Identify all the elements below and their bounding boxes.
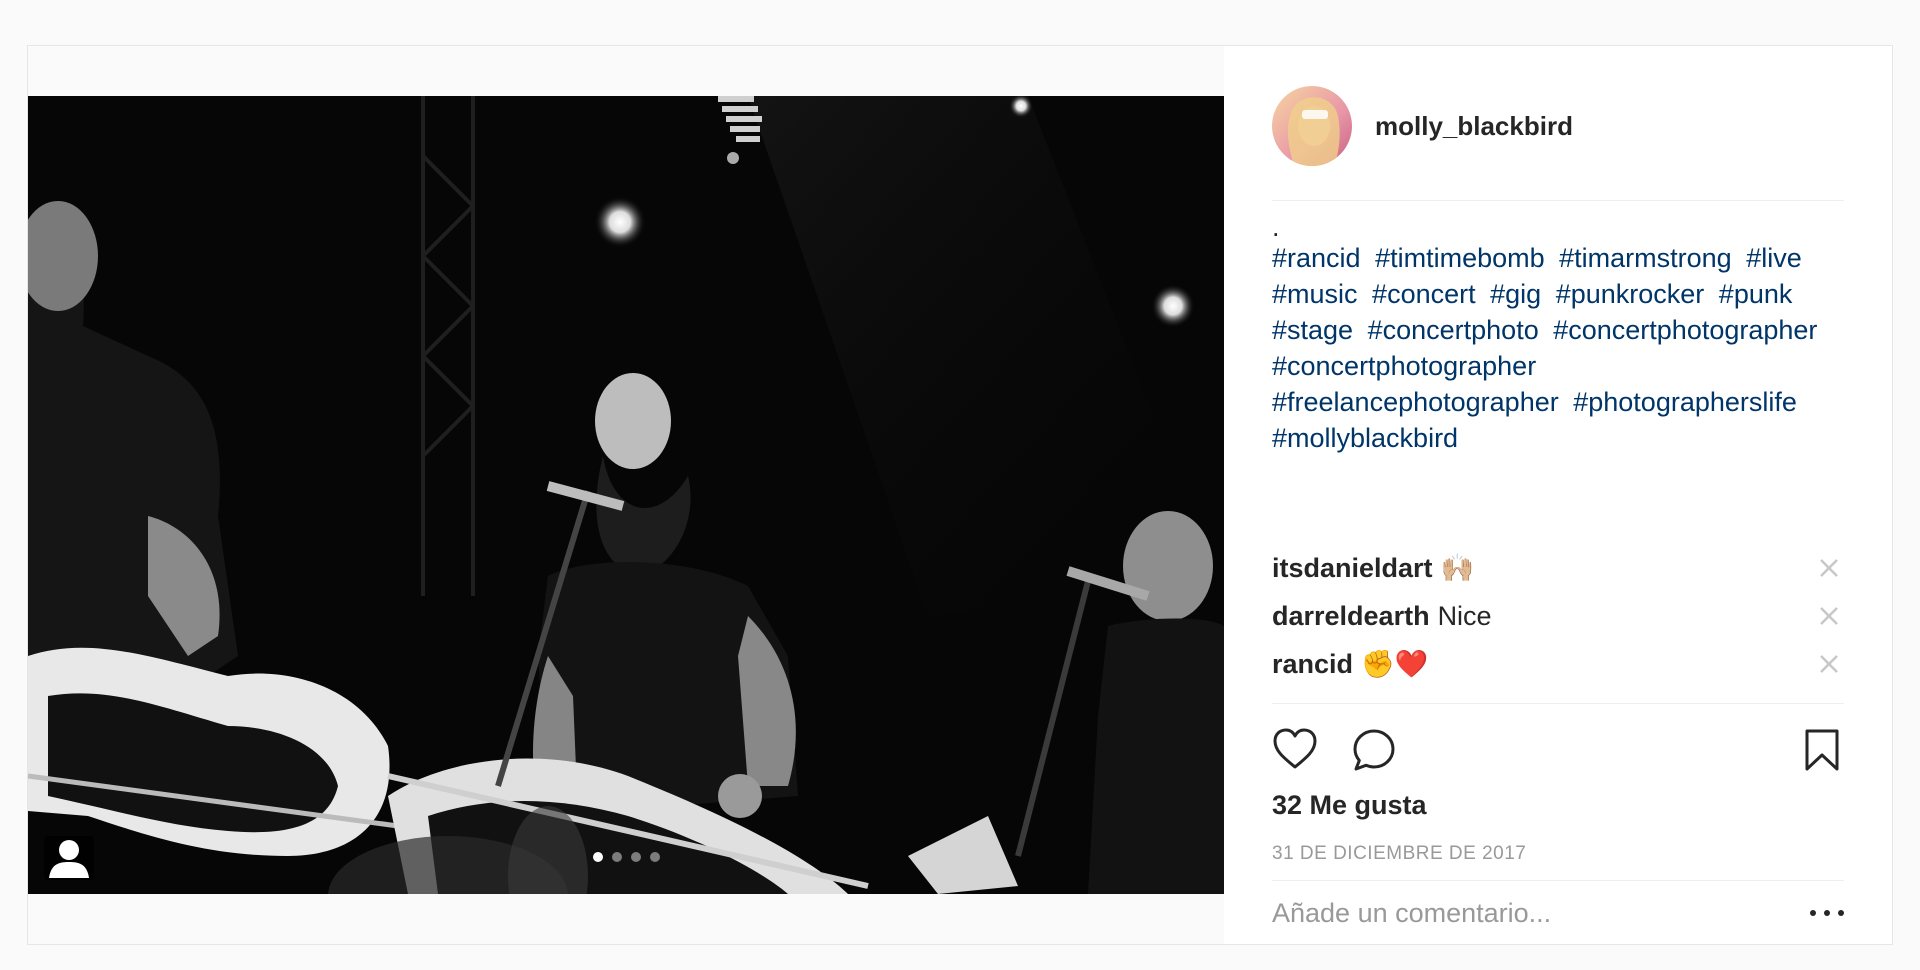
bookmark-icon xyxy=(1805,729,1839,771)
avatar-image xyxy=(1272,86,1352,166)
more-options-icon xyxy=(1838,910,1844,916)
hashtag-link[interactable]: #music xyxy=(1272,279,1358,309)
hashtag-link[interactable]: #punk xyxy=(1719,279,1793,309)
comment-text: ✊❤️ xyxy=(1361,649,1429,679)
post-sidebar: molly_blackbird . #rancid #timtimebomb #… xyxy=(1224,46,1892,944)
hashtag-link[interactable]: #timtimebomb xyxy=(1375,243,1545,273)
comment-author[interactable]: rancid xyxy=(1272,649,1353,680)
comment-author[interactable]: itsdanieldart xyxy=(1272,553,1433,584)
hashtag-link[interactable]: #concertphotographer xyxy=(1553,315,1817,345)
comment-text: Nice xyxy=(1437,600,1492,631)
carousel-dot[interactable] xyxy=(630,852,641,862)
more-options-icon xyxy=(1810,910,1816,916)
post-author-username[interactable]: molly_blackbird xyxy=(1375,111,1573,142)
comment-item: itsdanieldart 🙌🏼 xyxy=(1272,544,1844,592)
hashtag-link[interactable]: #concertphotographer xyxy=(1272,351,1536,381)
post-header: molly_blackbird xyxy=(1272,82,1844,201)
post-photo[interactable] xyxy=(28,96,1224,894)
close-icon xyxy=(1820,607,1838,625)
comment-input[interactable] xyxy=(1272,897,1810,929)
hashtag-link[interactable]: #punkrocker xyxy=(1556,279,1705,309)
like-button[interactable] xyxy=(1272,728,1318,775)
hashtag-link[interactable]: #timarmstrong xyxy=(1559,243,1732,273)
close-icon xyxy=(1820,559,1838,577)
hashtag-link[interactable]: #rancid xyxy=(1272,243,1361,273)
comment-text: 🙌🏼 xyxy=(1440,553,1475,583)
heart-icon xyxy=(1273,728,1317,769)
comment-button[interactable] xyxy=(1352,728,1396,777)
post-caption: . #rancid #timtimebomb #timarmstrong #li… xyxy=(1272,214,1844,456)
comment-bubble-icon xyxy=(1353,729,1395,771)
comment-author[interactable]: darreldearth xyxy=(1272,601,1430,632)
carousel-dot[interactable] xyxy=(592,852,603,862)
carousel-indicator xyxy=(28,852,1224,862)
caption-hashtags: #rancid #timtimebomb #timarmstrong #live… xyxy=(1272,240,1844,456)
post-actions xyxy=(1272,703,1844,784)
add-comment-bar xyxy=(1272,880,1844,945)
caption-text: . xyxy=(1272,212,1280,242)
hashtag-link[interactable]: #live xyxy=(1746,243,1802,273)
delete-comment-button[interactable] xyxy=(1814,601,1844,631)
hashtag-link[interactable]: #concert xyxy=(1372,279,1476,309)
hashtag-link[interactable]: #freelancephotographer xyxy=(1272,387,1559,417)
post-date[interactable]: 31 DE DICIEMBRE DE 2017 xyxy=(1272,843,1526,865)
post-card: molly_blackbird . #rancid #timtimebomb #… xyxy=(27,45,1893,945)
likes-count[interactable]: 32 Me gusta xyxy=(1272,790,1427,821)
more-options-button[interactable] xyxy=(1810,903,1844,923)
carousel-dot[interactable] xyxy=(611,852,622,862)
close-icon xyxy=(1820,655,1838,673)
hashtag-link[interactable]: #photographerslife xyxy=(1573,387,1797,417)
concert-photo-image xyxy=(28,96,1224,894)
hashtag-link[interactable]: #gig xyxy=(1490,279,1541,309)
hashtag-link[interactable]: #mollyblackbird xyxy=(1272,423,1458,453)
hashtag-link[interactable]: #stage xyxy=(1272,315,1353,345)
post-media xyxy=(28,46,1224,944)
comment-item: rancid ✊❤️ xyxy=(1272,640,1844,688)
comment-item: darreldearth Nice xyxy=(1272,592,1844,640)
delete-comment-button[interactable] xyxy=(1814,649,1844,679)
carousel-dot[interactable] xyxy=(649,852,660,862)
avatar[interactable] xyxy=(1272,86,1352,166)
hashtag-link[interactable]: #concertphoto xyxy=(1368,315,1539,345)
comment-list: itsdanieldart 🙌🏼 darreldearth Nice rancid ✊❤️ xyxy=(1272,544,1844,688)
delete-comment-button[interactable] xyxy=(1814,553,1844,583)
more-options-icon xyxy=(1824,910,1830,916)
save-button[interactable] xyxy=(1804,728,1840,777)
